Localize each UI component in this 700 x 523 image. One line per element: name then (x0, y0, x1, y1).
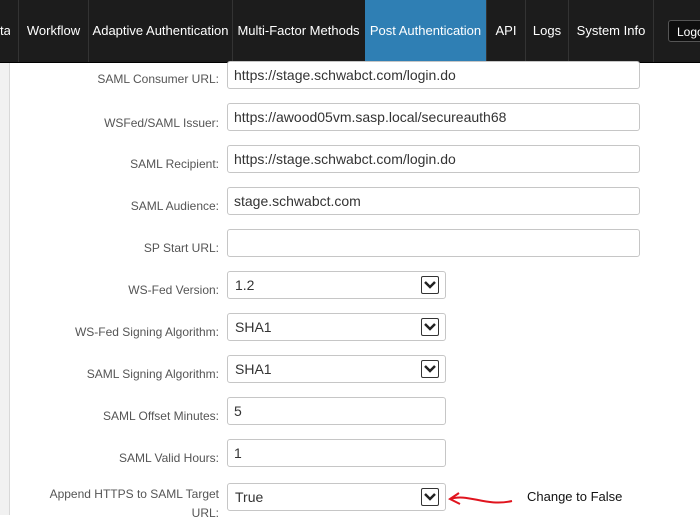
ws-fed-version-value: 1.2 (235, 277, 255, 293)
ws-fed-signing-algorithm-select[interactable]: SHA1 (227, 313, 446, 341)
sp-start-url-label: SP Start URL: (143, 241, 219, 255)
saml-audience-label: SAML Audience: (130, 199, 219, 213)
saml-audience-field[interactable]: stage.schwabct.com (227, 187, 640, 215)
chevron-down-icon[interactable] (421, 360, 439, 378)
ws-fed-signing-algorithm-value: SHA1 (235, 319, 272, 335)
ws-fed-version-select[interactable]: 1.2 (227, 271, 446, 299)
saml-signing-algorithm-value: SHA1 (235, 361, 272, 377)
ws-fed-signing-algorithm-label: WS-Fed Signing Algorithm: (74, 325, 219, 339)
ws-fed-version-label: WS-Fed Version: (128, 283, 219, 297)
saml-valid-hours-field[interactable]: 1 (227, 439, 446, 467)
wsfed-saml-issuer-label: WSFed/SAML Issuer: (104, 116, 219, 130)
logout-button[interactable]: Logout (668, 20, 700, 42)
chevron-down-icon[interactable] (421, 318, 439, 336)
saml-offset-minutes-label: SAML Offset Minutes: (102, 409, 219, 423)
nav-item-api[interactable]: API (487, 0, 525, 62)
saml-signing-algorithm-select[interactable]: SHA1 (227, 355, 446, 383)
saml-signing-algorithm-label: SAML Signing Algorithm: (86, 367, 219, 381)
saml-recipient-field[interactable]: https://stage.schwabct.com/login.do (227, 145, 640, 173)
append-https-value: True (235, 489, 264, 505)
nav-item-data[interactable]: ta (0, 0, 10, 62)
append-https-select[interactable]: True (227, 483, 446, 511)
saml-consumer-url-field[interactable]: https://stage.schwabct.com/login.do (227, 61, 640, 89)
saml-recipient-label: SAML Recipient: (130, 157, 219, 171)
nav-item-post-authentication[interactable]: Post Authentication (365, 0, 486, 62)
saml-offset-minutes-field[interactable]: 5 (227, 397, 446, 425)
nav-item-workflow[interactable]: Workflow (19, 0, 88, 62)
wsfed-saml-issuer-field[interactable]: https://awood05vm.sasp.local/secureauth6… (227, 103, 640, 131)
chevron-down-icon[interactable] (421, 276, 439, 294)
nav-item-system-info[interactable]: System Info (569, 0, 653, 62)
red-arrow-annotation (448, 492, 513, 505)
nav-item-adaptive-authentication[interactable]: Adaptive Authentication (89, 0, 232, 62)
saml-valid-hours-label: SAML Valid Hours: (118, 451, 219, 465)
chevron-down-icon[interactable] (421, 488, 439, 506)
nav-item-logs[interactable]: Logs (526, 0, 568, 62)
append-https-label: Append HTTPS to SAML Target URL: (49, 487, 219, 520)
nav-item-multi-factor-methods[interactable]: Multi-Factor Methods (233, 0, 364, 62)
sp-start-url-field[interactable] (227, 229, 640, 257)
saml-consumer-url-label: SAML Consumer URL: (97, 72, 219, 86)
annotation-note: Change to False (527, 489, 623, 504)
left-gutter (0, 63, 10, 515)
top-nav: ta Workflow Adaptive Authentication Mult… (0, 0, 700, 63)
nav-divider (653, 0, 654, 62)
